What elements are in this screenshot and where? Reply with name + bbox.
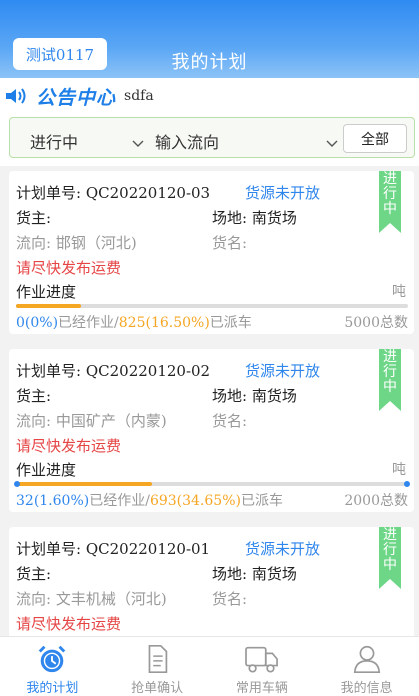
tab-my-info[interactable]: 我的信息	[314, 637, 419, 696]
filter-bar: 进行中 输入流向 全部	[0, 114, 419, 166]
notice-text: sdfa	[124, 88, 154, 104]
progress-label: 作业进度	[16, 461, 77, 479]
notice-title: 公告中心	[36, 86, 117, 109]
plan-card[interactable]: 计划单号: QC20220120-03 货源未开放 货主: 场地: 南货场 流向…	[9, 171, 414, 334]
site: 场地: 南货场	[212, 209, 297, 227]
plan-number: 计划单号: QC20220120-01	[16, 540, 211, 558]
progress-stats: 0(0%)已经作业/825(16.50%)已派车	[16, 315, 252, 331]
plan-card[interactable]: 计划单号: QC20220120-02 货源未开放 货主: 场地: 南货场 流向…	[9, 349, 414, 512]
total-count: 5000总数	[344, 315, 408, 331]
tab-label: 我的信息	[340, 681, 393, 696]
goods-label: 货名:	[212, 234, 248, 252]
source-status: 货源未开放	[245, 362, 321, 380]
source-status: 货源未开放	[245, 184, 321, 202]
progress-end-dot	[404, 481, 410, 487]
status-tag: 进行中	[383, 171, 397, 217]
progress-bar	[14, 481, 410, 487]
goods-label: 货名:	[212, 412, 248, 430]
flow: 流向: 邯钢（河北)	[16, 234, 137, 252]
progress-bar	[16, 304, 408, 308]
document-icon	[148, 644, 168, 674]
header: 测试0117 我的计划	[0, 0, 419, 78]
site: 场地: 南货场	[212, 565, 297, 583]
owner-label: 货主:	[16, 565, 52, 583]
filter-box: 进行中 输入流向 全部	[9, 117, 415, 158]
truck-icon	[245, 646, 278, 673]
owner-label: 货主:	[16, 209, 52, 227]
total-count: 2000总数	[344, 493, 408, 509]
publish-freight-link[interactable]: 请尽快发布运费	[16, 257, 121, 278]
notice-bar[interactable]: 公告中心 sdfa	[0, 78, 419, 114]
unit-label: 吨	[392, 462, 406, 478]
chevron-down-icon[interactable]	[132, 133, 144, 152]
plan-number: 计划单号: QC20220120-03	[16, 184, 211, 202]
flow-select[interactable]: 输入流向	[155, 129, 219, 153]
publish-freight-link[interactable]: 请尽快发布运费	[16, 435, 121, 456]
tab-label: 我的计划	[26, 681, 79, 696]
dispatched-fill	[16, 304, 81, 308]
tab-vehicles[interactable]: 常用车辆	[210, 637, 315, 696]
flow: 流向: 中国矿产（内蒙)	[16, 412, 167, 430]
chevron-down-icon[interactable]	[326, 133, 338, 152]
plan-number: 计划单号: QC20220120-02	[16, 362, 211, 380]
status-tag: 进行中	[383, 349, 397, 395]
speaker-icon	[4, 86, 30, 106]
owner-label: 货主:	[16, 387, 52, 405]
publish-freight-link[interactable]: 请尽快发布运费	[16, 613, 121, 634]
source-status: 货源未开放	[245, 540, 321, 558]
status-tag: 进行中	[383, 527, 397, 573]
progress-label: 作业进度	[16, 283, 77, 301]
page-title: 我的计划	[171, 52, 248, 73]
flow: 流向: 文丰机械（河北)	[16, 590, 167, 608]
goods-label: 货名:	[212, 590, 248, 608]
unit-label: 吨	[392, 284, 406, 300]
user-icon	[353, 645, 380, 674]
progress-stats: 32(1.60%)已经作业/693(34.65%)已派车	[16, 493, 283, 509]
tab-label: 常用车辆	[235, 681, 288, 696]
tab-bar: 我的计划 抢单确认 常用车辆 我的信息	[0, 636, 419, 696]
tab-label: 抢单确认	[131, 681, 184, 696]
status-select[interactable]: 进行中	[30, 129, 78, 153]
progress-start-dot	[14, 481, 20, 487]
tab-grab-order[interactable]: 抢单确认	[105, 637, 210, 696]
all-button[interactable]: 全部	[343, 124, 407, 153]
site: 场地: 南货场	[212, 387, 297, 405]
tab-my-plan[interactable]: 我的计划	[0, 637, 105, 696]
alarm-clock-icon	[39, 645, 66, 673]
dispatched-fill	[16, 482, 152, 486]
